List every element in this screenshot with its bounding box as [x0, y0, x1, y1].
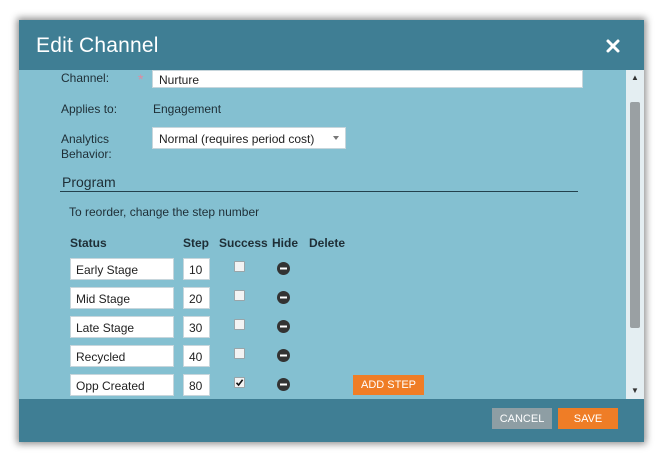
add-step-button[interactable]: ADD STEP [353, 375, 424, 395]
reorder-hint: To reorder, change the step number [69, 205, 260, 219]
success-checkbox[interactable] [234, 377, 245, 388]
cancel-button[interactable]: CANCEL [492, 408, 552, 429]
step-number-input[interactable]: 10 [183, 258, 210, 280]
minus-circle-icon[interactable] [277, 320, 290, 333]
dialog-header: Edit Channel [19, 20, 644, 70]
minus-circle-icon[interactable] [277, 262, 290, 275]
channel-label: Channel: [61, 71, 110, 85]
step-number-input[interactable]: 40 [183, 345, 210, 367]
success-checkbox[interactable] [234, 348, 245, 359]
save-button[interactable]: SAVE [558, 408, 618, 429]
status-name-input[interactable]: Recycled [70, 345, 174, 367]
program-section-title: Program [62, 174, 116, 190]
channel-name-input[interactable]: Nurture [152, 70, 583, 88]
status-name-input[interactable]: Opp Created [70, 374, 174, 396]
dialog-body: Channel: * Nurture Applies to: Engagemen… [19, 70, 626, 399]
column-header-step: Step [183, 236, 210, 250]
scroll-down-arrow-icon[interactable]: ▼ [626, 384, 644, 398]
dialog-footer: CANCEL SAVE [19, 399, 644, 442]
analytics-label-line1: Analytics [61, 132, 110, 146]
success-checkbox[interactable] [234, 261, 245, 272]
table-row: Recycled 40 [19, 345, 626, 369]
applies-to-label: Applies to: [61, 102, 118, 116]
minus-circle-icon[interactable] [277, 291, 290, 304]
table-row: Early Stage 10 [19, 258, 626, 282]
minus-circle-icon[interactable] [277, 378, 290, 391]
dialog-title: Edit Channel [36, 34, 159, 57]
analytics-behavior-select[interactable]: Normal (requires period cost) [152, 127, 346, 149]
step-number-input[interactable]: 80 [183, 374, 210, 396]
close-icon[interactable] [605, 38, 621, 54]
table-row: Mid Stage 20 [19, 287, 626, 311]
chevron-down-icon [333, 136, 339, 140]
scrollbar-thumb[interactable] [630, 102, 640, 328]
edit-channel-dialog: Edit Channel Channel: * Nurture Applies … [19, 20, 644, 442]
scroll-up-arrow-icon[interactable]: ▲ [626, 71, 644, 85]
column-header-status: Status [70, 236, 107, 250]
status-name-input[interactable]: Early Stage [70, 258, 174, 280]
status-name-input[interactable]: Late Stage [70, 316, 174, 338]
success-checkbox[interactable] [234, 319, 245, 330]
vertical-scrollbar[interactable]: ▲ ▼ [626, 70, 644, 399]
step-number-input[interactable]: 20 [183, 287, 210, 309]
success-checkbox[interactable] [234, 290, 245, 301]
checkmark-icon [235, 379, 244, 387]
column-header-delete: Delete [309, 236, 346, 250]
table-row: Late Stage 30 [19, 316, 626, 340]
status-name-input[interactable]: Mid Stage [70, 287, 174, 309]
column-header-hide: Hide [272, 236, 299, 250]
step-number-input[interactable]: 30 [183, 316, 210, 338]
section-divider [60, 191, 578, 192]
table-row: Opp Created 80 [19, 374, 626, 398]
applies-to-value: Engagement [153, 102, 222, 116]
analytics-behavior-value: Normal (requires period cost) [159, 132, 315, 146]
required-marker: * [138, 71, 144, 87]
analytics-label-line2: Behavior: [61, 147, 112, 161]
column-header-success: Success [219, 236, 268, 250]
minus-circle-icon[interactable] [277, 349, 290, 362]
